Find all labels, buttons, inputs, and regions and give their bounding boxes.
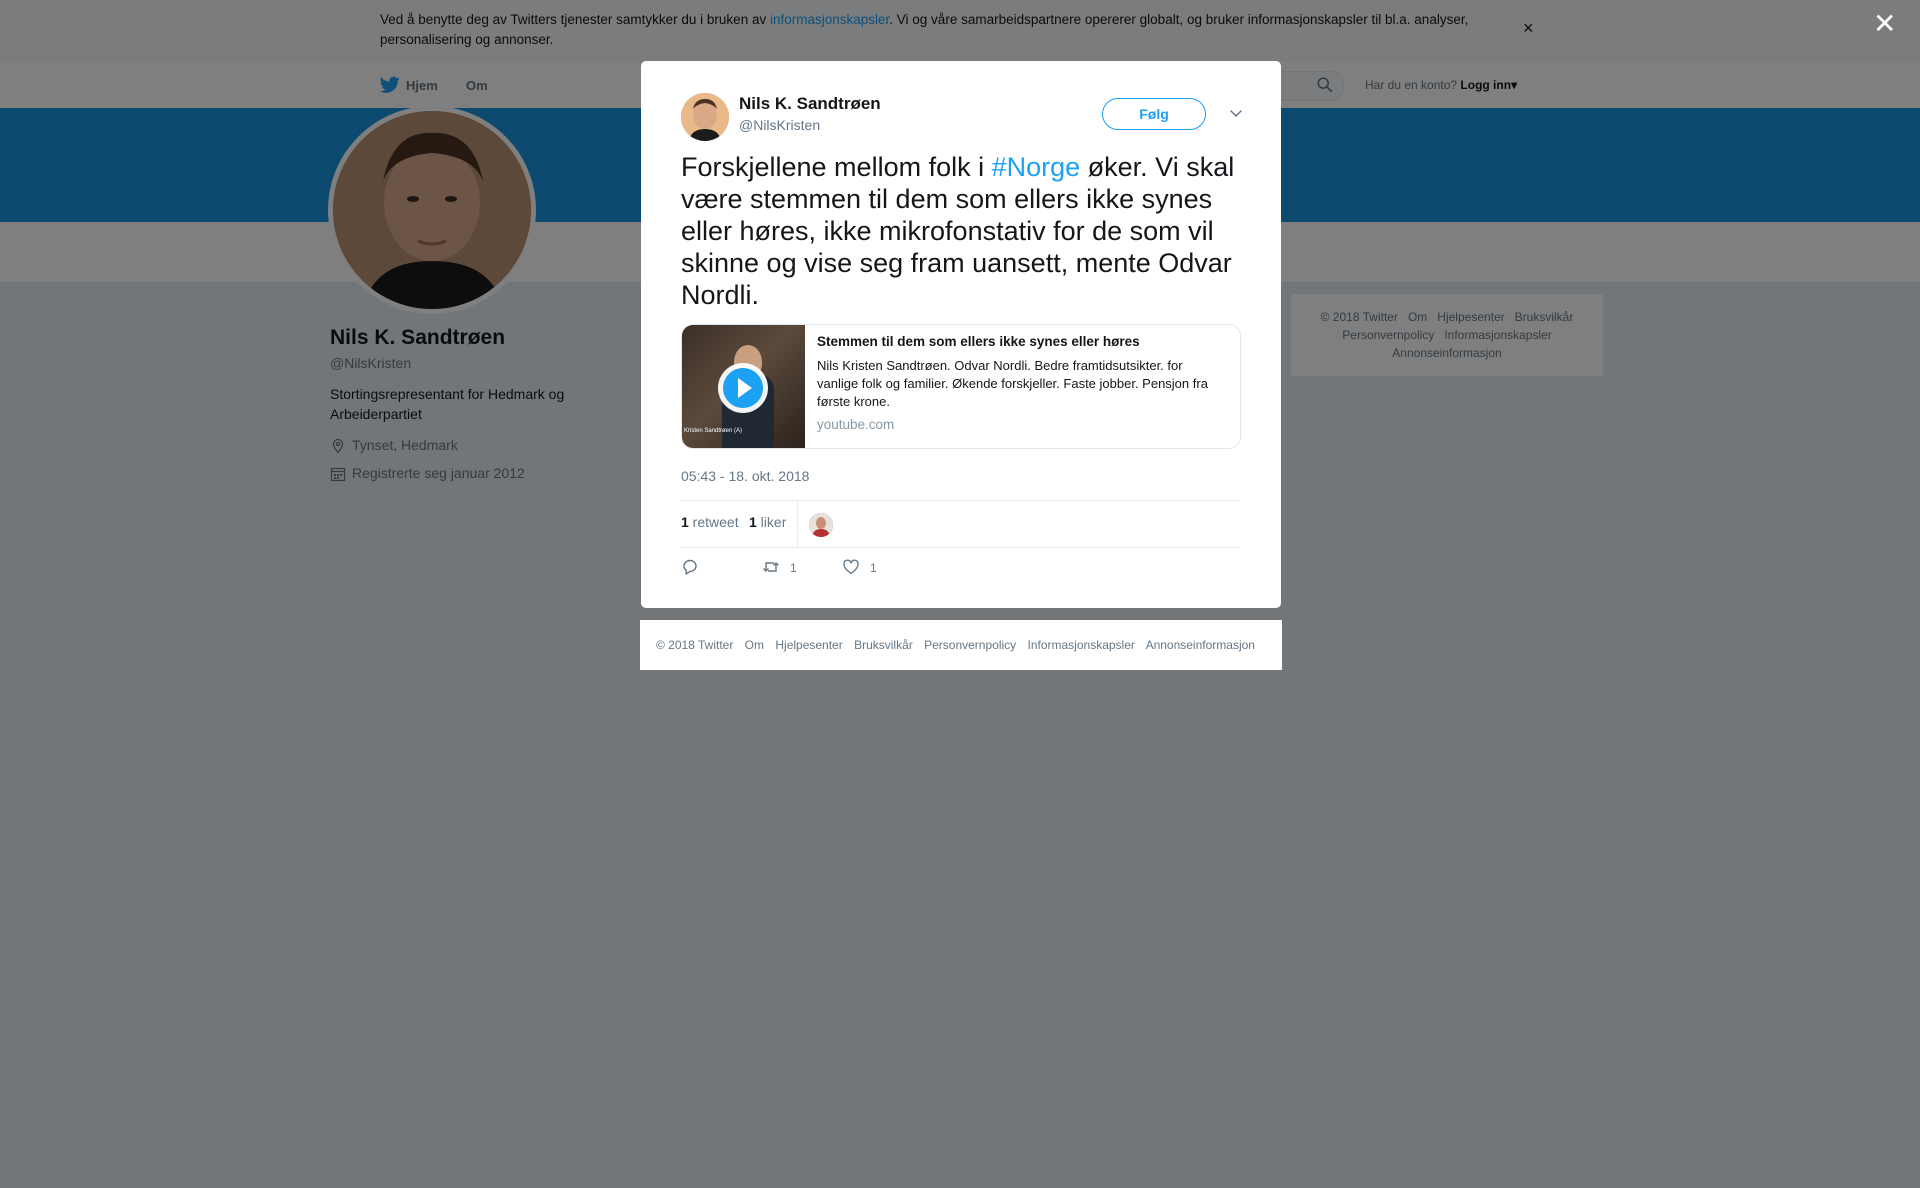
retweet-icon <box>763 562 779 572</box>
card-thumbnail[interactable]: Kristen Sandtrøen (A) <box>682 325 805 448</box>
footer-link[interactable]: Informasjonskapsler <box>1028 638 1135 652</box>
play-icon[interactable] <box>716 361 770 415</box>
chevron-down-icon[interactable] <box>1228 105 1244 121</box>
reply-button[interactable] <box>681 558 699 578</box>
reply-icon <box>683 559 697 575</box>
modal-footer: © 2018 Twitter Om Hjelpesenter Bruksvilk… <box>640 620 1282 670</box>
tweet-modal: Nils K. Sandtrøen @NilsKristen Følg Fors… <box>641 61 1281 608</box>
tweet-timestamp[interactable]: 05:43 - 18. okt. 2018 <box>681 468 809 484</box>
retweets-stat[interactable]: 1 retweet <box>681 514 739 530</box>
follow-button[interactable]: Følg <box>1102 98 1206 130</box>
footer-link[interactable]: © 2018 Twitter <box>656 638 733 652</box>
footer-link[interactable]: Bruksvilkår <box>854 638 913 652</box>
card-title: Stemmen til dem som ellers ikke synes el… <box>817 334 1140 349</box>
tweet-author-name[interactable]: Nils K. Sandtrøen <box>739 94 881 114</box>
likes-label: liker <box>756 514 787 530</box>
retweet-button[interactable]: 1 <box>762 558 797 578</box>
footer-link[interactable]: Om <box>745 638 764 652</box>
retweet-count: 1 <box>790 561 797 575</box>
avatar-portrait <box>681 93 729 141</box>
retweets-count: 1 <box>681 514 689 530</box>
tweet-stats: 1 retweet 1 liker <box>681 500 1241 548</box>
footer-link[interactable]: Personvernpolicy <box>924 638 1016 652</box>
liker-avatar[interactable] <box>809 513 833 537</box>
thumbnail-caption: Kristen Sandtrøen (A) <box>684 428 743 434</box>
stats-divider <box>797 501 798 547</box>
tweet-author-handle[interactable]: @NilsKristen <box>739 117 820 133</box>
footer-link[interactable]: Hjelpesenter <box>775 638 842 652</box>
hashtag-link[interactable]: #Norge <box>992 152 1081 182</box>
card-domain: youtube.com <box>817 417 895 432</box>
close-icon[interactable]: ✕ <box>1873 10 1896 38</box>
heart-icon <box>843 559 859 575</box>
tweet-text-part: Forskjellene mellom folk i <box>681 152 992 182</box>
retweets-label: retweet <box>688 514 739 530</box>
likes-count: 1 <box>749 514 757 530</box>
like-count: 1 <box>870 561 877 575</box>
tweet-text: Forskjellene mellom folk i #Norge øker. … <box>681 151 1246 311</box>
like-button[interactable]: 1 <box>842 558 877 578</box>
footer-link[interactable]: Annonseinformasjon <box>1146 638 1255 652</box>
avatar[interactable] <box>681 93 729 141</box>
link-card[interactable]: Kristen Sandtrøen (A) Stemmen til dem so… <box>681 324 1241 449</box>
avatar-portrait <box>809 513 833 537</box>
likes-stat[interactable]: 1 liker <box>749 514 786 530</box>
card-description: Nils Kristen Sandtrøen. Odvar Nordli. Be… <box>817 358 1208 409</box>
